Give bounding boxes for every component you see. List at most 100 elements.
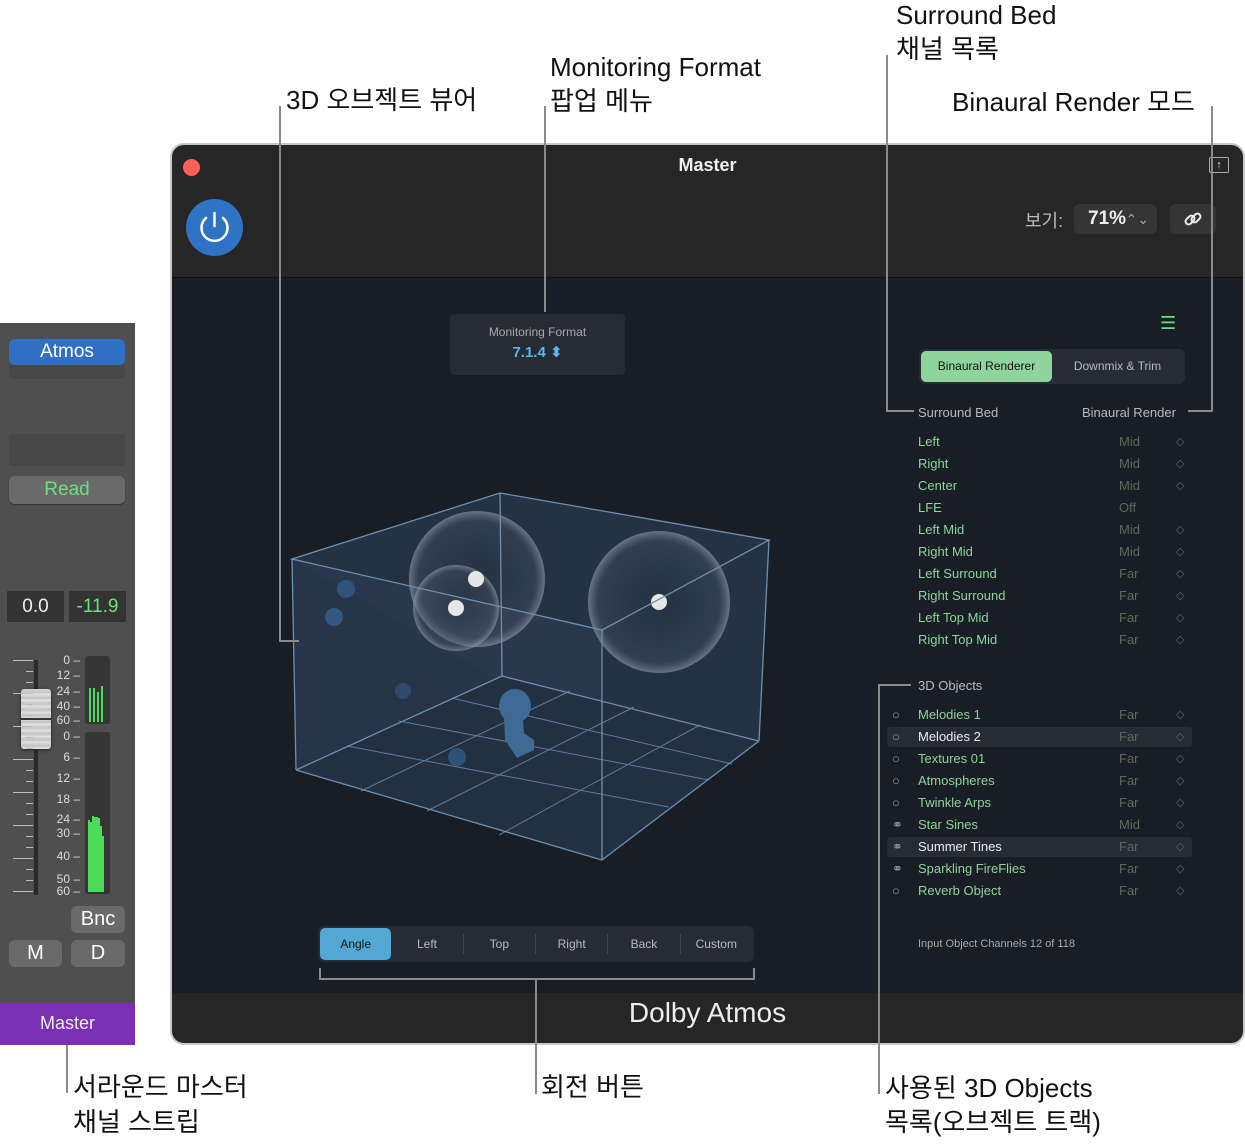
meter-bar (102, 836, 104, 892)
stepper-icon[interactable]: ◇ (1176, 454, 1184, 474)
meter-scale-label: 60 – (56, 884, 80, 898)
view-back-button[interactable]: Back (608, 928, 679, 960)
volume-fader-handle[interactable] (21, 689, 51, 749)
fader-tick (26, 803, 33, 804)
render-mode[interactable]: Far (1119, 586, 1139, 606)
view-left-button[interactable]: Left (391, 928, 462, 960)
view-angle-button[interactable]: Angle (320, 928, 392, 960)
render-mode[interactable]: Far (1119, 837, 1139, 857)
mute-button[interactable]: M (9, 940, 62, 967)
object-row[interactable]: ○ Atmospheres Far ◇ (887, 771, 1192, 791)
inactive-object[interactable] (448, 748, 466, 766)
bed-channel-row[interactable]: Right Top Mid Far ◇ (887, 630, 1192, 650)
fader-tick (26, 869, 33, 870)
render-mode[interactable]: Far (1119, 630, 1139, 650)
stepper-icon[interactable]: ◇ (1176, 771, 1184, 791)
render-mode[interactable]: Far (1119, 859, 1139, 879)
bed-channel-row[interactable]: Left Mid ◇ (887, 432, 1192, 452)
link-button[interactable] (1170, 204, 1216, 234)
bed-channel-row[interactable]: Left Top Mid Far ◇ (887, 608, 1192, 628)
stepper-icon[interactable]: ◇ (1176, 859, 1184, 879)
callout-strip-2: 채널 스트립 (73, 1107, 200, 1137)
stepper-icon[interactable]: ◇ (1176, 793, 1184, 813)
stepper-icon[interactable]: ◇ (1176, 520, 1184, 540)
render-mode[interactable]: Mid (1119, 542, 1140, 562)
view-right-button[interactable]: Right (536, 928, 607, 960)
render-mode[interactable]: Mid (1119, 454, 1140, 474)
inactive-object[interactable] (325, 608, 343, 626)
stepper-icon[interactable]: ◇ (1176, 564, 1184, 584)
master-channel-strip: Atmos Read 0.0 -11.9 Bnc M D Master 0 –1… (0, 323, 135, 1045)
inactive-object[interactable] (395, 683, 411, 699)
bed-channel-row[interactable]: Left Mid Mid ◇ (887, 520, 1192, 540)
bed-channel-row[interactable]: LFE Off (887, 498, 1192, 518)
render-mode[interactable]: Mid (1119, 815, 1140, 835)
object-row[interactable]: ○ Reverb Object Far ◇ (887, 881, 1192, 901)
peak-value[interactable]: -11.9 (69, 591, 126, 622)
active-object[interactable] (448, 600, 464, 616)
channel-name[interactable]: Master (0, 1003, 135, 1045)
render-mode[interactable]: Far (1119, 881, 1139, 901)
empty-slot[interactable] (9, 434, 125, 466)
object-row[interactable]: ⚭ Summer Tines Far ◇ (887, 837, 1192, 857)
stepper-icon[interactable]: ◇ (1176, 432, 1184, 452)
tab-binaural-renderer[interactable]: Binaural Renderer (921, 351, 1052, 382)
3d-object-viewer[interactable] (272, 478, 792, 878)
object-row[interactable]: ○ Textures 01 Far ◇ (887, 749, 1192, 769)
active-object[interactable] (468, 571, 484, 587)
bed-channel-row[interactable]: Left Surround Far ◇ (887, 564, 1192, 584)
fader-tick (26, 748, 33, 749)
object-row[interactable]: ○ Twinkle Arps Far ◇ (887, 793, 1192, 813)
meter-scale-label: 6 – (63, 750, 80, 764)
object-name: Star Sines (918, 817, 978, 832)
stepper-icon[interactable]: ◇ (1176, 630, 1184, 650)
object-name: Melodies 1 (918, 707, 981, 722)
stepper-icon[interactable]: ◇ (1176, 749, 1184, 769)
stepper-icon[interactable]: ◇ (1176, 608, 1184, 628)
dim-button[interactable]: D (71, 940, 125, 967)
object-row[interactable]: ○ Melodies 2 Far ◇ (887, 727, 1192, 747)
stepper-icon[interactable]: ◇ (1176, 727, 1184, 747)
render-mode[interactable]: Mid (1119, 520, 1140, 540)
automation-mode-button[interactable]: Read (9, 476, 125, 504)
render-mode[interactable]: Far (1119, 608, 1139, 628)
object-row[interactable]: ⚭ Sparkling FireFlies Far ◇ (887, 859, 1192, 879)
render-mode[interactable]: Mid (1119, 432, 1140, 452)
stepper-icon[interactable]: ◇ (1176, 476, 1184, 496)
stepper-icon[interactable]: ◇ (1176, 586, 1184, 606)
stepper-icon[interactable]: ◇ (1176, 815, 1184, 835)
inactive-object[interactable] (337, 580, 355, 598)
object-row[interactable]: ○ Melodies 1 Far ◇ (887, 705, 1192, 725)
view-top-button[interactable]: Top (464, 928, 535, 960)
monitoring-format-popup[interactable]: Monitoring Format 7.1.4 ⬍ (450, 314, 625, 375)
bed-channel-row[interactable]: Right Mid ◇ (887, 454, 1192, 474)
stepper-icon[interactable]: ◇ (1176, 837, 1184, 857)
channel-name: Center (918, 478, 958, 493)
object-row[interactable]: ⚭ Star Sines Mid ◇ (887, 815, 1192, 835)
render-mode[interactable]: Far (1119, 793, 1139, 813)
render-mode[interactable]: Far (1119, 749, 1139, 769)
render-mode[interactable]: Mid (1119, 476, 1140, 496)
render-mode[interactable]: Far (1119, 727, 1139, 747)
callout-monitoring-1: Monitoring Format (550, 52, 761, 82)
output-button[interactable]: Atmos (9, 339, 125, 365)
bounce-button[interactable]: Bnc (71, 906, 125, 933)
view-zoom-select[interactable]: 71% ⌃⌄ (1074, 204, 1157, 234)
view-custom-button[interactable]: Custom (681, 928, 752, 960)
tab-downmix-trim[interactable]: Downmix & Trim (1052, 351, 1183, 382)
stepper-icon[interactable]: ◇ (1176, 705, 1184, 725)
list-view-icon[interactable]: ☰ (1160, 313, 1176, 334)
render-mode[interactable]: Off (1119, 498, 1136, 518)
render-mode[interactable]: Far (1119, 564, 1139, 584)
stepper-icon[interactable]: ◇ (1176, 542, 1184, 562)
callout-line (535, 980, 537, 1094)
bed-channel-row[interactable]: Right Surround Far ◇ (887, 586, 1192, 606)
bed-channel-row[interactable]: Right Mid Mid ◇ (887, 542, 1192, 562)
power-button[interactable] (186, 199, 243, 256)
stereo-object-icon: ⚭ (892, 817, 903, 832)
volume-value[interactable]: 0.0 (7, 591, 64, 622)
stepper-icon[interactable]: ◇ (1176, 881, 1184, 901)
render-mode[interactable]: Far (1119, 705, 1139, 725)
render-mode[interactable]: Far (1119, 771, 1139, 791)
bed-channel-row[interactable]: Center Mid ◇ (887, 476, 1192, 496)
